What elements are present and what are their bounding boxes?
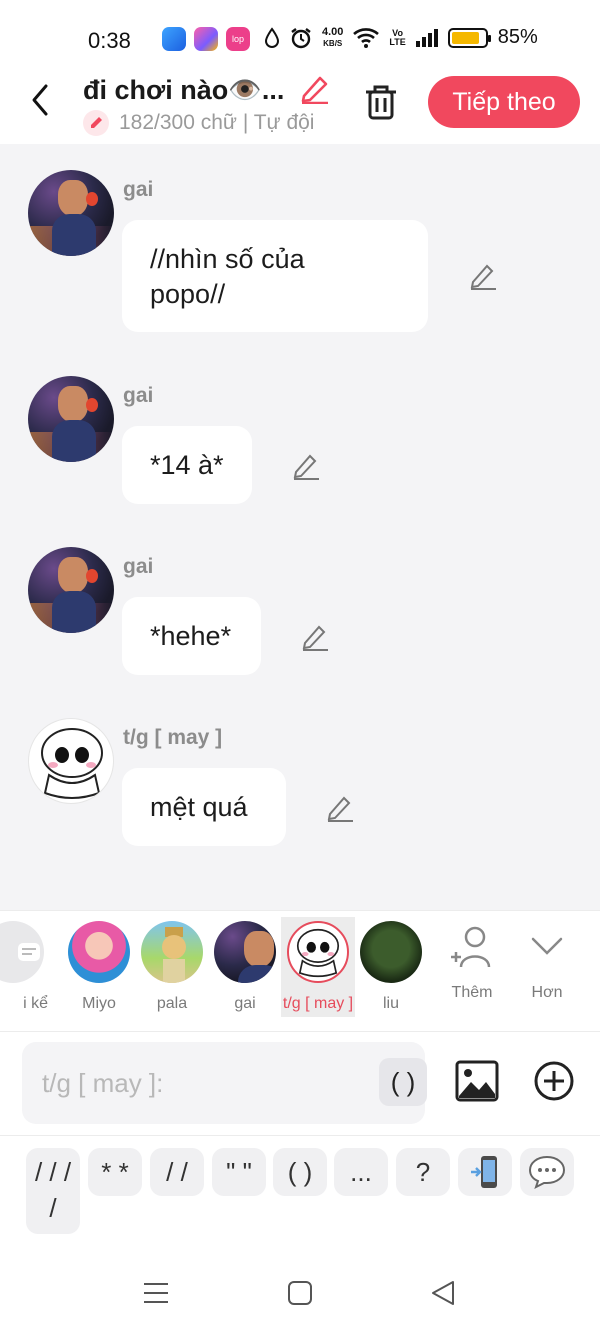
character-avatar [141,921,203,983]
avatar-gai[interactable] [28,170,114,256]
edit-message-icon[interactable] [291,450,321,480]
add-circle-icon[interactable] [533,1060,575,1102]
character-name: i kể [23,995,48,1012]
home-icon[interactable] [285,1278,315,1308]
more-button[interactable]: Hơn [512,925,582,1002]
message-bubble[interactable]: //nhìn số của popo// [122,220,428,332]
message-bubble[interactable]: mệt quá [122,768,286,846]
quick-symbol-triple-slash[interactable]: / / / / [26,1148,80,1234]
battery-percent: 85% [497,26,538,48]
wifi-icon [353,27,380,48]
add-character-button[interactable]: Thêm [437,925,507,1002]
quick-symbols: / / / / * * / / " " ( ) ... ? [0,1136,600,1246]
message-input-container: ( ) [22,1042,427,1124]
network-speed: 4.00 KB/S [322,25,344,48]
quick-symbol-quotes[interactable]: " " [212,1148,266,1196]
app-notification-icon [162,27,186,51]
character-name: gai [234,995,256,1012]
battery-icon [447,27,491,48]
pencil-icon [83,110,109,136]
status-indicators: 4.00 KB/S Vo LTE 85% [264,26,538,49]
status-bar: 0:38 lop 4.00 KB/S Vo LTE 85% [0,0,600,72]
back-triangle-icon[interactable] [428,1278,458,1308]
signal-icon [415,28,438,47]
drop-icon [264,26,280,48]
app-notification-icon: lop [226,27,250,51]
quick-symbol-phone[interactable] [458,1148,512,1196]
avatar-may[interactable] [28,718,114,804]
composer: ( ) [0,1032,600,1136]
character-name: liu [382,995,399,1012]
character-avatar [214,921,276,983]
character-tg-may[interactable]: t/g [ may ] [281,917,355,1017]
avatar-gai[interactable] [28,547,114,633]
message-sender: gai [123,178,154,201]
quick-symbol-asterisks[interactable]: * * [88,1148,142,1196]
message-sender: t/g [ may ] [123,726,223,749]
character-avatar [287,921,349,983]
edit-message-icon[interactable] [300,621,330,651]
word-count-row: 182/300 chữ | Tự đội [83,110,314,136]
chevron-down-icon [531,937,563,955]
message-input[interactable] [42,1060,362,1106]
story-header: đi chơi nào👁️... 182/300 chữ | Tự đội Ti… [0,72,600,144]
character-selector: i kể Miyo pala gai t/g [ may ] liu Thêm … [0,910,600,1032]
edit-message-icon[interactable] [468,260,498,290]
avatar-gai[interactable] [28,376,114,462]
message-bubble[interactable]: *14 à* [122,426,252,504]
character-name: pala [156,995,188,1012]
character-name: t/g [ may ] [282,995,354,1012]
character-gai[interactable]: gai [208,921,282,1013]
add-person-icon [451,926,491,968]
quick-symbol-parentheses[interactable]: ( ) [273,1148,327,1196]
word-count-text: 182/300 chữ | Tự đội [119,111,315,134]
edit-title-icon[interactable] [298,72,332,104]
character-avatar [360,921,422,983]
character-narrator[interactable]: i kể [0,921,50,1013]
system-nav-bar [0,1246,600,1333]
edit-message-icon[interactable] [325,792,355,822]
alarm-icon [291,27,311,48]
character-miyo[interactable]: Miyo [62,921,136,1013]
trash-icon[interactable] [362,82,400,122]
character-avatar [0,921,44,983]
quick-symbol-ellipsis[interactable]: ... [334,1148,388,1196]
more-label: Hơn [531,984,563,1001]
add-character-label: Thêm [451,984,493,1001]
message-bubble[interactable]: *hehe* [122,597,261,675]
character-pala[interactable]: pala [135,921,209,1013]
character-name: Miyo [82,995,116,1012]
chat-bubble-icon [528,1155,566,1189]
back-arrow-icon[interactable] [26,82,56,118]
character-liu[interactable]: liu [354,921,428,1013]
status-time: 0:38 [88,28,131,53]
quick-symbol-question[interactable]: ? [396,1148,450,1196]
character-avatar [68,921,130,983]
story-title: đi chơi nào👁️... [83,75,285,105]
quick-symbol-chat[interactable] [520,1148,574,1196]
message-sender: gai [123,384,154,407]
parentheses-button[interactable]: ( ) [379,1058,427,1106]
quick-symbol-slashes[interactable]: / / [150,1148,204,1196]
image-icon[interactable] [455,1060,499,1102]
next-button[interactable]: Tiếp theo [428,76,580,128]
message-sender: gai [123,555,154,578]
status-app-icons: lop [162,27,250,51]
app-notification-icon [194,27,218,51]
chat-area[interactable]: gai //nhìn số của popo// gai *14 à* gai … [0,144,600,910]
menu-icon[interactable] [141,1278,171,1308]
phone-icon [471,1156,497,1188]
volte-indicator: Vo LTE [389,27,406,47]
